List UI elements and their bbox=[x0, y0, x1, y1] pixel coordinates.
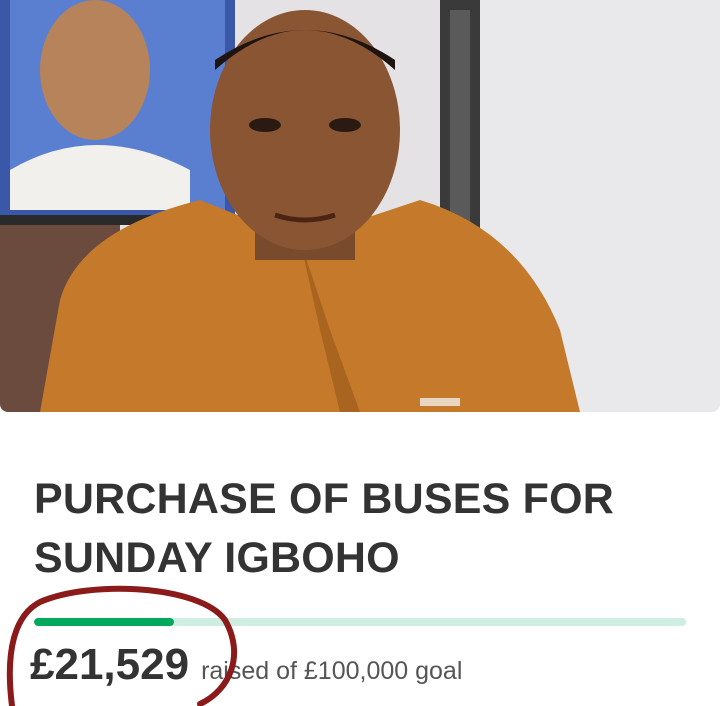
campaign-title[interactable]: PURCHASE OF BUSES FOR SUNDAY IGBOHO bbox=[34, 470, 694, 588]
funding-summary: £21,529 raised of £100,000 goal bbox=[30, 640, 462, 700]
progress-fill bbox=[34, 618, 175, 626]
campaign-photo bbox=[0, 0, 720, 412]
amount-raised: £21,529 bbox=[30, 640, 190, 689]
goal-text: raised of £100,000 goal bbox=[201, 657, 463, 685]
progress-bar bbox=[34, 618, 686, 626]
